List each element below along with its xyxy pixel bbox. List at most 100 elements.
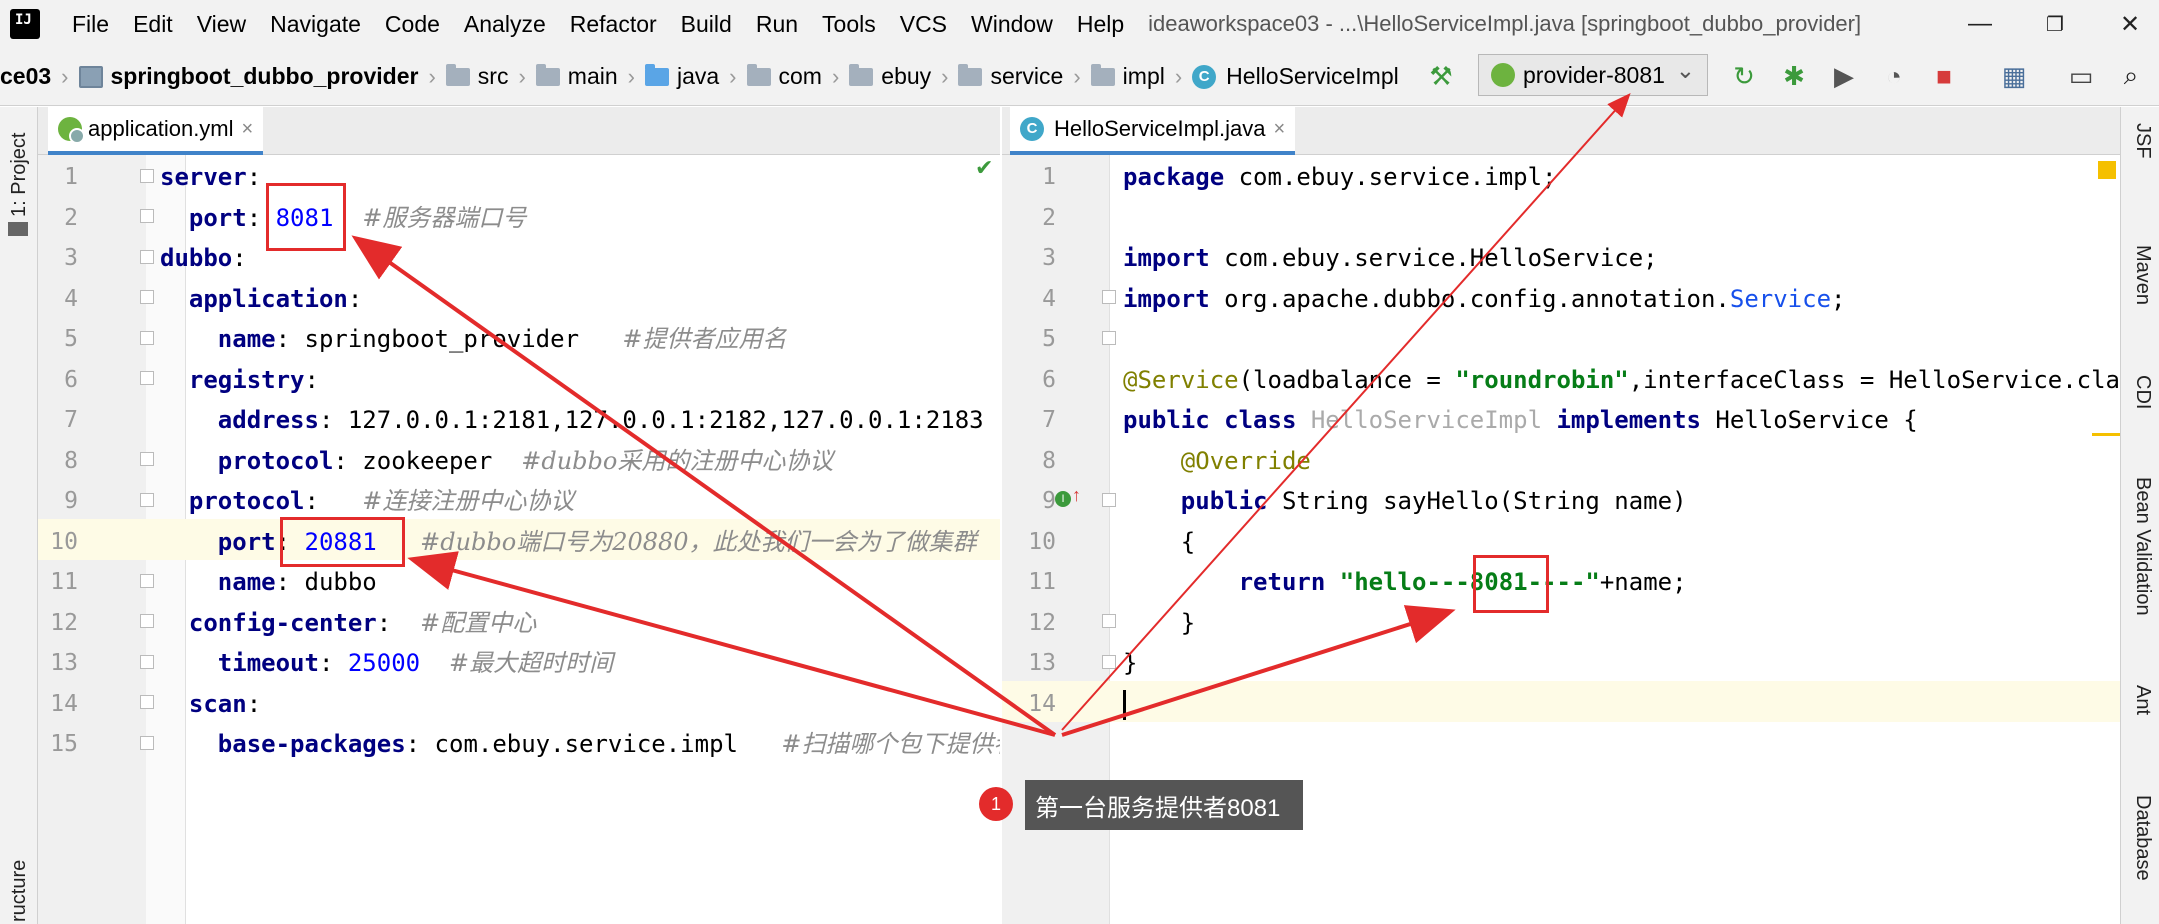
breadcrumb-main[interactable]: main ›: [535, 63, 635, 90]
implements-gutter-icon[interactable]: I: [1055, 491, 1071, 507]
breadcrumb-service[interactable]: service ›: [958, 63, 1081, 90]
fold-marker-icon[interactable]: [140, 655, 154, 669]
fold-marker-icon[interactable]: [140, 169, 154, 183]
yaml-editor[interactable]: ✔ 1 server: 2 port: 8081 #服务器端口号 3 dubbo: …: [38, 155, 1000, 924]
restore-button[interactable]: ❐: [2035, 8, 2075, 40]
database-tool-tab[interactable]: Database: [2131, 795, 2154, 881]
breadcrumb-ebuy[interactable]: ebuy ›: [849, 63, 948, 90]
code-line: 1 server:: [64, 163, 262, 191]
fold-marker-icon[interactable]: [1102, 331, 1116, 345]
tab-label: application.yml: [88, 116, 234, 141]
folder-icon: [445, 63, 470, 86]
close-tab-icon[interactable]: ×: [242, 118, 254, 141]
close-button[interactable]: ✕: [2110, 8, 2150, 40]
annotation-tooltip: 第一台服务提供者8081: [1025, 780, 1303, 830]
menu-tools[interactable]: Tools: [810, 11, 888, 38]
run-anything-icon[interactable]: ▭: [2065, 60, 2097, 92]
minimize-button[interactable]: —: [1960, 8, 2000, 40]
breadcrumb-project[interactable]: ce03 ›: [0, 63, 69, 90]
source-folder-icon: [644, 63, 669, 86]
fold-marker-icon[interactable]: [140, 290, 154, 304]
breadcrumb-impl[interactable]: impl ›: [1090, 63, 1182, 90]
fold-marker-icon[interactable]: [140, 736, 154, 750]
menu-build[interactable]: Build: [669, 11, 744, 38]
left-editor-tabbar: application.yml ×: [38, 107, 1000, 155]
module-icon: [78, 65, 103, 88]
bean-validation-tool-tab[interactable]: Bean Validation: [2131, 477, 2154, 616]
breadcrumb-com[interactable]: com ›: [746, 63, 839, 90]
tab-application-yml[interactable]: application.yml ×: [48, 107, 264, 155]
annotation-number-badge: 1: [979, 787, 1013, 821]
menu-vcs[interactable]: VCS: [888, 11, 959, 38]
ide-window: IJ File Edit View Navigate Code Analyze …: [0, 0, 2159, 924]
menu-navigate[interactable]: Navigate: [258, 11, 373, 38]
package-icon: [1090, 63, 1115, 86]
cdi-tool-tab[interactable]: CDI: [2131, 375, 2154, 409]
code-line: 12 }: [1028, 608, 1196, 637]
run-with-coverage-icon[interactable]: ▶: [1828, 60, 1860, 92]
fold-marker-icon[interactable]: [1102, 614, 1116, 628]
fold-marker-icon[interactable]: [140, 371, 154, 385]
spring-config-icon: [58, 117, 85, 144]
project-tool-tab[interactable]: 1: Project: [8, 133, 31, 217]
fold-marker-icon[interactable]: [1102, 290, 1116, 304]
breadcrumb-module[interactable]: springboot_dubbo_provider ›: [78, 63, 436, 90]
menu-bar: IJ File Edit View Navigate Code Analyze …: [0, 0, 2159, 48]
profiler-icon[interactable]: ◔: [1878, 60, 1910, 92]
menu-edit[interactable]: Edit: [121, 11, 185, 38]
fold-marker-icon[interactable]: [1102, 655, 1116, 669]
build-hammer-icon[interactable]: ⚒: [1425, 60, 1457, 92]
fold-marker-icon[interactable]: [140, 614, 154, 628]
rerun-icon[interactable]: ↻: [1728, 60, 1760, 92]
run-configuration-select[interactable]: provider-8081 ⌄: [1478, 54, 1708, 96]
code-line: 12 config-center: #配置中心: [50, 608, 537, 637]
ant-tool-tab[interactable]: Ant: [2131, 685, 2154, 715]
structure-tool-tab[interactable]: ructure: [8, 860, 31, 922]
fold-marker-icon[interactable]: [140, 695, 154, 709]
tooltip-text: 第一台服务提供者8081: [1035, 794, 1281, 822]
fold-marker-icon[interactable]: [140, 250, 154, 264]
code-line: 15 base-packages: com.ebuy.service.impl …: [50, 730, 1000, 758]
intellij-logo-icon: IJ: [6, 5, 44, 43]
fold-marker-icon[interactable]: [140, 493, 154, 507]
code-line: 7 address: 127.0.0.1:2181,127.0.0.1:2182…: [64, 406, 984, 434]
code-line: 4 import org.apache.dubbo.config.annotati…: [1042, 284, 1846, 313]
maven-tool-tab[interactable]: Maven: [2131, 245, 2154, 305]
menu-code[interactable]: Code: [373, 11, 452, 38]
search-icon[interactable]: ⌕: [2115, 60, 2147, 92]
close-tab-icon[interactable]: ×: [1274, 118, 1286, 141]
project-structure-icon[interactable]: ▦: [1998, 60, 2030, 92]
breadcrumb-src[interactable]: src ›: [445, 63, 526, 90]
tab-helloserviceimpl-java[interactable]: C HelloServiceImpl.java ×: [1010, 107, 1296, 155]
folder-icon: [535, 63, 560, 86]
breadcrumb-file[interactable]: C HelloServiceImpl: [1192, 63, 1399, 90]
override-arrow-icon[interactable]: ↑: [1072, 485, 1081, 506]
code-line: 7 public class HelloServiceImpl implement…: [1042, 406, 1918, 434]
code-line: 13 timeout: 25000 #最大超时时间: [50, 649, 614, 677]
fold-marker-icon[interactable]: [140, 452, 154, 466]
fold-marker-icon[interactable]: [140, 209, 154, 223]
fold-marker-icon[interactable]: [140, 331, 154, 345]
code-line: 14 scan:: [50, 689, 262, 718]
window-title: ideaworkspace03 - ...\HelloServiceImpl.j…: [1148, 11, 1862, 36]
stop-icon[interactable]: ■: [1928, 60, 1960, 92]
tab-label: HelloServiceImpl.java: [1054, 116, 1266, 141]
debug-bug-icon[interactable]: ✱: [1778, 60, 1810, 92]
fold-marker-icon[interactable]: [140, 574, 154, 588]
run-config-label: provider-8081: [1523, 61, 1665, 88]
menu-help[interactable]: Help: [1065, 11, 1136, 38]
menu-file[interactable]: File: [60, 11, 121, 38]
code-line: 8 protocol: zookeeper #dubbo采用的注册中心协议: [64, 446, 834, 475]
left-tool-strip: 1: Project ructure: [0, 107, 38, 924]
fold-marker-icon[interactable]: [1102, 493, 1116, 507]
menu-window[interactable]: Window: [959, 11, 1065, 38]
menu-view[interactable]: View: [185, 11, 258, 38]
jsf-tool-tab[interactable]: JSF: [2131, 123, 2154, 159]
breadcrumb-java[interactable]: java ›: [644, 63, 737, 90]
menu-refactor[interactable]: Refactor: [558, 11, 669, 38]
code-line: 6 @Service(loadbalance = "roundrobin",int…: [1042, 365, 2120, 394]
right-tool-strip: JSF Maven CDI Bean Validation Ant Databa…: [2120, 107, 2159, 924]
menu-analyze[interactable]: Analyze: [452, 11, 558, 38]
class-icon: C: [1192, 64, 1217, 89]
menu-run[interactable]: Run: [744, 11, 810, 38]
